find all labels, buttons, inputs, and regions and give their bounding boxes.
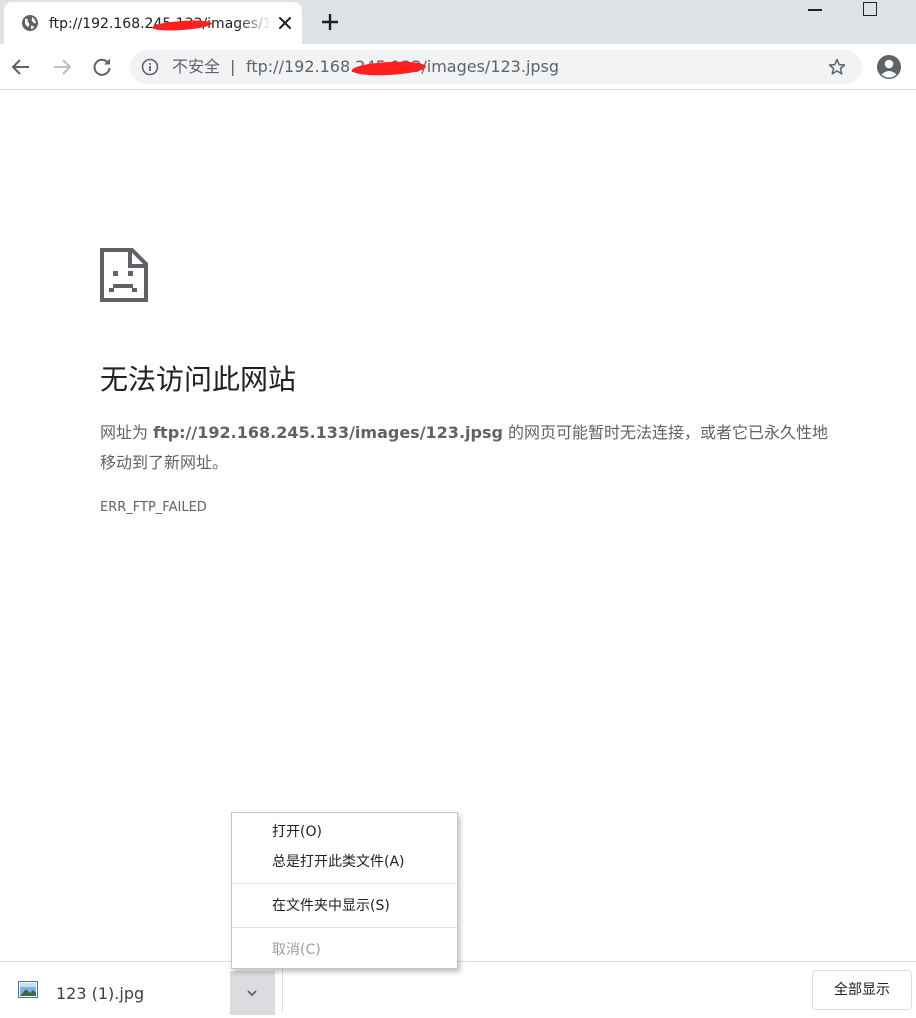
menu-separator bbox=[232, 883, 457, 884]
error-code: ERR_FTP_FAILED bbox=[100, 500, 207, 515]
bookmark-star-icon[interactable] bbox=[827, 57, 847, 77]
reload-icon[interactable] bbox=[90, 55, 114, 79]
download-menu-button[interactable] bbox=[230, 971, 275, 1015]
address-bar[interactable]: 不安全 | ftp://192.168.245.133/images/123.j… bbox=[130, 50, 862, 84]
menu-item-cancel: 取消(C) bbox=[272, 942, 321, 958]
globe-icon bbox=[22, 15, 38, 31]
security-status-label[interactable]: 不安全 bbox=[172, 50, 220, 84]
chevron-down-icon bbox=[247, 990, 257, 997]
error-desc-url: ftp://192.168.245.133/images/123.jpsg bbox=[153, 423, 503, 442]
browser-toolbar: 不安全 | ftp://192.168.245.133/images/123.j… bbox=[0, 44, 916, 90]
menu-item-always-open[interactable]: 总是打开此类文件(A) bbox=[232, 848, 457, 876]
back-arrow-icon[interactable] bbox=[9, 55, 33, 79]
browser-tab[interactable]: ftp://192.168.245.133/images/123.jpsg bbox=[4, 2, 302, 44]
menu-item-open[interactable]: 打开(O) bbox=[232, 818, 457, 846]
menu-separator bbox=[232, 927, 457, 928]
menu-item-show-in-folder[interactable]: 在文件夹中显示(S) bbox=[232, 892, 457, 920]
download-filename[interactable]: 123 (1).jpg bbox=[56, 984, 144, 1004]
info-icon[interactable] bbox=[141, 58, 159, 76]
download-context-menu: 打开(O) 总是打开此类文件(A) 在文件夹中显示(S) 取消(C) bbox=[231, 812, 458, 969]
error-desc-prefix: 网址为 bbox=[100, 423, 154, 442]
sad-page-icon bbox=[100, 248, 148, 302]
minimize-icon[interactable] bbox=[808, 9, 822, 11]
close-icon[interactable] bbox=[277, 15, 293, 31]
show-all-button[interactable]: 全部显示 bbox=[812, 970, 912, 1010]
image-file-icon bbox=[18, 981, 38, 998]
shelf-divider bbox=[282, 968, 283, 1012]
tab-strip: ftp://192.168.245.133/images/123.jpsg bbox=[0, 0, 916, 44]
security-separator: | bbox=[230, 57, 236, 76]
new-tab-icon[interactable] bbox=[320, 12, 340, 32]
download-item[interactable]: 123 (1).jpg bbox=[0, 962, 282, 1018]
maximize-icon[interactable] bbox=[863, 2, 877, 16]
profile-avatar-icon[interactable] bbox=[876, 54, 902, 80]
error-description: 网址为 ftp://192.168.245.133/images/123.jps… bbox=[100, 418, 840, 478]
download-shelf: 123 (1).jpg 全部显示 bbox=[0, 961, 916, 1017]
error-title: 无法访问此网站 bbox=[100, 363, 297, 396]
forward-arrow-icon[interactable] bbox=[50, 55, 74, 79]
